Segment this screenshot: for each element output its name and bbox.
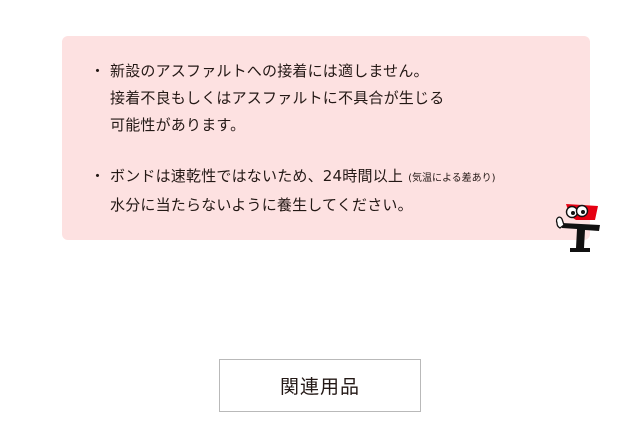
mascot-character-icon [555,204,600,252]
mascot-right-pupil [581,210,585,214]
notice-line-main: ボンドは速乾性ではないため、24時間以上 [110,167,404,185]
notice-box: ・ 新設のアスファルトへの接着には適しません。 接着不良もしくはアスファルトに不… [62,36,590,240]
notice-line: ボンドは速乾性ではないため、24時間以上 (気温による差あり) [90,163,580,192]
bullet: ・ [90,167,106,185]
notice-item: ・ ボンドは速乾性ではないため、24時間以上 (気温による差あり) 水分に当たら… [90,163,580,219]
notice-line: 接着不良もしくはアスファルトに不具合が生じる [110,89,445,107]
mascot-hand [555,216,565,229]
notice-line: 新設のアスファルトへの接着には適しません。 [110,62,429,80]
mascot-body [562,223,600,248]
mascot-left-pupil [571,211,575,215]
bullet: ・ [90,62,106,80]
notice-line-note: (気温による差あり) [408,173,496,184]
mascot-feet [570,248,590,252]
notice-line: 水分に当たらないように養生してください。 [110,196,413,214]
notice-line: 可能性があります。 [110,116,246,134]
notice-item: ・ 新設のアスファルトへの接着には適しません。 接着不良もしくはアスファルトに不… [90,58,580,139]
related-products-button[interactable]: 関連用品 [219,359,421,412]
